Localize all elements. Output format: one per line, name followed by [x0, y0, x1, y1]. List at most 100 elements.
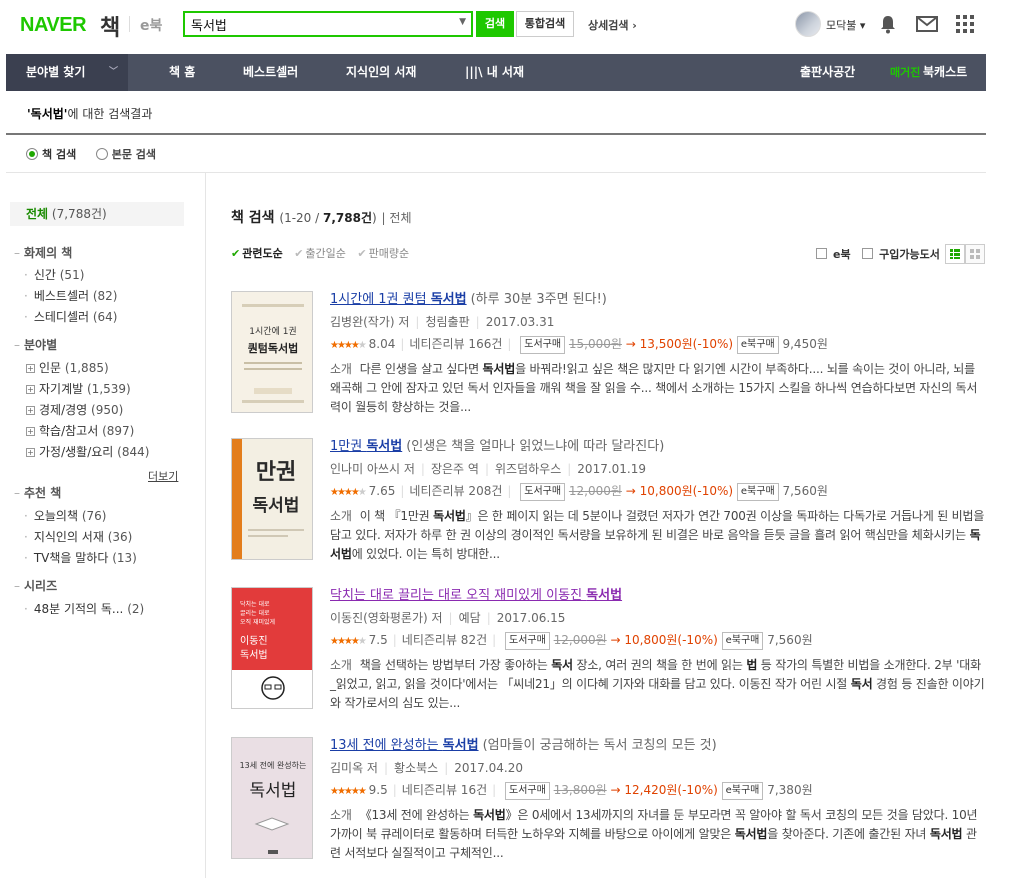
svg-text:13세 전에 완성하는: 13세 전에 완성하는: [240, 760, 307, 770]
search-dropdown-icon[interactable]: ▼: [459, 17, 466, 27]
sidebar-item-steadyseller[interactable]: · 스테디셀러 (64): [24, 308, 118, 325]
nav-intellectual-library[interactable]: 지식인의 서재: [346, 54, 416, 91]
list-price: 12,000원: [568, 484, 622, 498]
sort-relevance[interactable]: ✔ 관련도순: [231, 245, 283, 261]
sidebar-item-label: 가정/생활/요리: [39, 445, 114, 459]
result-keyword: '독서법': [27, 107, 68, 121]
check-icon: ✔: [294, 247, 304, 260]
checkbox[interactable]: [816, 248, 827, 259]
category-menu-button[interactable]: 분야별 찾기 ﹀: [6, 54, 128, 91]
book-title-link[interactable]: 닥치는 대로 끌리는 대로 오직 재미있게 이동진 독서법: [330, 588, 622, 603]
radio-book-search[interactable]: 책 검색: [26, 146, 76, 162]
book-author[interactable]: 인나미 아쓰시 저: [330, 462, 415, 476]
book-cover[interactable]: 13세 전에 완성하는 독서법: [231, 737, 313, 859]
avatar[interactable]: [795, 11, 821, 37]
sidebar-item-todays-book[interactable]: · 오늘의책 (76): [24, 507, 106, 524]
mail-icon[interactable]: [916, 16, 938, 32]
sidebar-item-self-help[interactable]: + 자기계발 (1,539): [26, 380, 131, 397]
sidebar-item-all[interactable]: 전체 (7,788건): [10, 202, 184, 226]
sidebar-item-home-life[interactable]: + 가정/생활/요리 (844): [26, 443, 149, 460]
search-box: ▼: [183, 11, 473, 37]
buy-ebook-button[interactable]: e북구매: [721, 782, 764, 800]
book-logo[interactable]: 책: [100, 10, 120, 42]
logo-divider: [129, 16, 130, 32]
range-count: 7,788건: [322, 211, 372, 225]
nav-my-library[interactable]: |||\ 내 서재: [465, 54, 524, 91]
search-input[interactable]: [191, 15, 451, 33]
sidebar-more-link[interactable]: 더보기: [148, 468, 178, 484]
sidebar-item-humanities[interactable]: + 인문 (1,885): [26, 359, 109, 376]
buy-book-button[interactable]: 도서구매: [505, 782, 550, 800]
expand-icon[interactable]: +: [26, 427, 35, 436]
nav-magazine-tag[interactable]: 매거진: [890, 54, 920, 91]
book-publisher[interactable]: 청림출판: [425, 315, 469, 329]
sidebar-item-count: (36): [107, 530, 133, 544]
thumbnail-view-button[interactable]: [965, 244, 985, 264]
filter-ebook[interactable]: e북: [816, 246, 851, 262]
book-reviews-link[interactable]: 네티즌리뷰 16건: [402, 783, 487, 797]
expand-icon[interactable]: +: [26, 385, 35, 394]
sort-sales[interactable]: ✔ 판매량순: [357, 245, 409, 261]
naver-logo[interactable]: NAVER: [20, 14, 87, 37]
nav-book-home[interactable]: 책 홈: [169, 54, 195, 91]
radio-text-search[interactable]: 본문 검색: [95, 146, 156, 162]
book-description: 소개 《13세 전에 완성하는 독서법》은 0세에서 13세까지의 자녀를 둔 부…: [330, 806, 985, 863]
apps-grid-icon[interactable]: [956, 15, 974, 33]
book-publisher[interactable]: 황소북스: [394, 761, 438, 775]
book-reviews-link[interactable]: 네티즌리뷰 208건: [409, 484, 502, 498]
nav-bookcast[interactable]: 북캐스트: [923, 54, 967, 91]
book-cover[interactable]: 1시간에 1권 퀀텀독서법: [231, 291, 313, 413]
checkbox[interactable]: [862, 248, 874, 259]
sidebar-item-tv-book[interactable]: · TV책을 말하다 (13): [24, 549, 137, 566]
book-publisher[interactable]: 위즈덤하우스: [495, 462, 561, 476]
sidebar-item-label: 신간: [33, 268, 56, 282]
book-date: 2017.01.19: [577, 462, 647, 476]
book-title-link[interactable]: 1시간에 1권 퀀텀 독서법: [330, 292, 467, 307]
buy-ebook-button[interactable]: e북구매: [721, 632, 764, 650]
sort-date[interactable]: ✔ 출간일순: [294, 245, 346, 261]
sidebar-item-economy[interactable]: + 경제/경영 (950): [26, 401, 123, 418]
ebook-logo[interactable]: e북: [140, 15, 162, 35]
book-title-link[interactable]: 1만권 독서법: [330, 439, 402, 454]
detail-search-link[interactable]: 상세검색 ›: [588, 17, 637, 33]
buy-book-button[interactable]: 도서구매: [520, 483, 566, 501]
sidebar-item-new[interactable]: · 신간 (51): [24, 266, 84, 283]
book-title-link[interactable]: 13세 전에 완성하는 독서법: [330, 738, 479, 753]
book-author[interactable]: 김미옥 저: [330, 761, 378, 775]
buy-ebook-button[interactable]: e북구매: [736, 483, 779, 501]
bell-icon[interactable]: [879, 14, 897, 34]
sidebar-item-intellectual[interactable]: · 지식인의 서재 (36): [24, 528, 132, 545]
user-menu[interactable]: 모닥불 ▾: [826, 17, 865, 33]
book-author[interactable]: 김병완(작가) 저: [330, 315, 409, 329]
book-rating: 8.04: [368, 337, 396, 351]
book-publisher[interactable]: 예담: [459, 611, 481, 625]
sidebar-section-category: 분야별: [14, 336, 57, 353]
book-cover[interactable]: 만권 독서법: [231, 438, 313, 560]
buy-book-button[interactable]: 도서구매: [505, 632, 550, 650]
nav-bestseller[interactable]: 베스트셀러: [243, 54, 298, 91]
book-reviews-link[interactable]: 네티즌리뷰 166건: [409, 337, 502, 351]
buy-book-button[interactable]: 도서구매: [520, 336, 566, 354]
title-highlight: 독서법: [430, 292, 467, 307]
book-translator[interactable]: 장은주 역: [431, 462, 479, 476]
book-rating: 7.65: [368, 484, 396, 498]
all-filter[interactable]: | 전체: [382, 211, 412, 225]
sidebar-item-series[interactable]: · 48분 기적의 독... (2): [24, 600, 144, 617]
sidebar-item-study[interactable]: + 학습/참고서 (897): [26, 422, 134, 439]
expand-icon[interactable]: +: [26, 448, 35, 457]
svg-text:독서법: 독서법: [240, 649, 268, 661]
ebook-price: 7,560원: [767, 633, 813, 647]
book-author[interactable]: 이동진(영화평론가) 저: [330, 611, 443, 625]
nav-publisher-space[interactable]: 출판사공간: [800, 54, 855, 91]
buy-ebook-button[interactable]: e북구매: [736, 336, 779, 354]
expand-icon[interactable]: +: [26, 364, 35, 373]
sidebar-item-bestseller[interactable]: · 베스트셀러 (82): [24, 287, 118, 304]
book-reviews-link[interactable]: 네티즌리뷰 82건: [402, 633, 487, 647]
total-search-button[interactable]: 통합검색: [516, 11, 574, 37]
list-view-button[interactable]: [945, 244, 965, 264]
filter-available[interactable]: 구입가능도서: [862, 246, 940, 262]
expand-icon[interactable]: +: [26, 406, 35, 415]
book-cover[interactable]: 닥치는 대로 끌리는 대로 오직 재미있게 이동진 독서법: [231, 587, 313, 709]
meta-separator: |: [392, 633, 397, 647]
search-button[interactable]: 검색: [476, 11, 514, 37]
